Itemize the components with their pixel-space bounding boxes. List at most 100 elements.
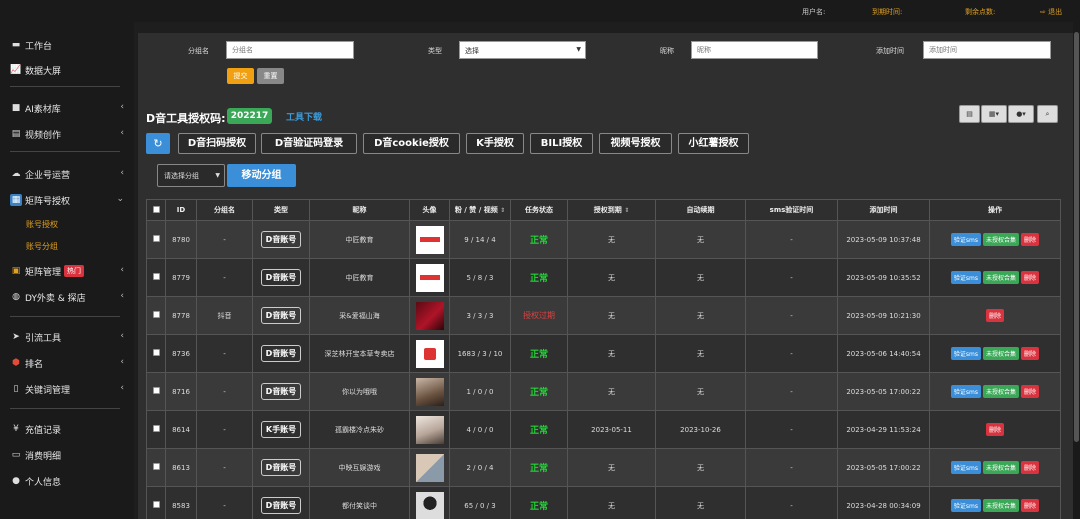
row-select-cell[interactable]	[146, 486, 166, 519]
sidebar-item-dashboard[interactable]: ▬ 工作台	[10, 37, 128, 53]
verify-sms-button[interactable]: 验证sms	[950, 461, 982, 474]
col-header-id: ID	[165, 199, 197, 221]
cell-avatar	[409, 334, 450, 373]
sidebar-item-ranking[interactable]: ⬢ 排名 ‹	[10, 355, 128, 371]
logout-label: 退出	[1048, 8, 1063, 16]
logout-link[interactable]: ⇨ 退出	[1040, 7, 1062, 17]
nickname-input[interactable]	[691, 41, 818, 59]
group-name-input[interactable]	[226, 41, 354, 59]
type-select[interactable]: 选择 ▼	[459, 41, 586, 59]
cell-expire: 无	[567, 486, 656, 519]
verify-sms-button[interactable]: 验证sms	[950, 347, 982, 360]
select-all-cell[interactable]	[146, 199, 166, 221]
columns-button[interactable]: ▦▾	[981, 105, 1007, 123]
tool-download-link[interactable]: 工具下载	[286, 110, 322, 123]
table-row: 8736- D音账号 深芝林开宝本草专卖店 1683 / 3 / 10 正常无无 -202…	[146, 334, 1061, 373]
refresh-button[interactable]: ↻	[146, 133, 170, 154]
delete-button[interactable]: 删除	[1021, 499, 1040, 512]
ks-auth-button[interactable]: K手授权	[466, 133, 524, 154]
sidebar-item-profile[interactable]: ● 个人信息	[10, 473, 128, 489]
delete-button[interactable]: 删除	[1021, 347, 1040, 360]
row-checkbox[interactable]	[152, 501, 160, 508]
scrollbar-thumb[interactable]	[1074, 32, 1079, 442]
export-button[interactable]: ▤	[959, 105, 980, 123]
sidebar-item-keywords[interactable]: ▯ 关键词管理 ‹	[10, 381, 128, 397]
sidebar-subitem-account-group[interactable]: 账号分组	[26, 241, 58, 252]
row-checkbox[interactable]	[152, 273, 160, 280]
sidebar-item-matrix-auth[interactable]: ▦ 矩阵号授权 ⌄	[10, 192, 128, 208]
unauthorized-collection-button[interactable]: 未授权合集	[983, 271, 1020, 284]
unauthorized-collection-button[interactable]: 未授权合集	[983, 347, 1020, 360]
cell-added: 2023-05-09 10:21:30	[837, 296, 930, 335]
sidebar-item-ai-assets[interactable]: ■ AI素材库 ‹	[10, 100, 128, 116]
sidebar-subitem-account-auth[interactable]: 账号授权	[26, 219, 58, 230]
channels-auth-button[interactable]: 视频号授权	[599, 133, 672, 154]
sidebar-divider	[10, 408, 120, 409]
unauthorized-collection-button[interactable]: 未授权合集	[983, 461, 1020, 474]
sidebar-item-label: 数据大屏	[25, 66, 62, 77]
delete-button[interactable]: 删除	[1021, 233, 1040, 246]
account-type-badge: D音账号	[260, 497, 302, 514]
row-checkbox[interactable]	[152, 235, 160, 242]
verify-sms-button[interactable]: 验证sms	[950, 233, 982, 246]
sidebar-item-label: 消费明细	[25, 451, 62, 462]
row-select-cell[interactable]	[146, 296, 166, 335]
reset-button[interactable]: 重置	[257, 68, 284, 84]
row-select-cell[interactable]	[146, 410, 166, 449]
submit-button[interactable]: 提交	[227, 68, 254, 84]
sidebar-item-data-screen[interactable]: 📈 数据大屏	[10, 62, 128, 78]
sidebar-item-traffic-tools[interactable]: ➤ 引流工具 ‹	[10, 329, 128, 345]
search-button[interactable]: ⌕	[1037, 105, 1058, 123]
sidebar-item-dy-takeaway[interactable]: ◍ DY外卖 & 探店 ‹	[10, 289, 128, 305]
row-select-cell[interactable]	[146, 258, 166, 297]
row-select-cell[interactable]	[146, 448, 166, 487]
row-select-cell[interactable]	[146, 220, 166, 259]
col-header-stats[interactable]: 粉 / 赞 / 视频 ⇕	[449, 199, 511, 221]
unauthorized-collection-button[interactable]: 未授权合集	[983, 499, 1020, 512]
row-select-cell[interactable]	[146, 372, 166, 411]
row-select-cell[interactable]	[146, 334, 166, 373]
sidebar-item-enterprise-ops[interactable]: ☁ 企业号运营 ‹	[10, 166, 128, 182]
avatar	[415, 339, 444, 368]
verify-sms-button[interactable]: 验证sms	[950, 385, 982, 398]
delete-button[interactable]: 删除	[1021, 461, 1040, 474]
sidebar-item-recharge[interactable]: ¥ 充值记录	[10, 421, 128, 437]
bili-auth-button[interactable]: BILI授权	[530, 133, 593, 154]
add-time-input[interactable]	[923, 41, 1051, 59]
row-checkbox[interactable]	[152, 425, 160, 432]
table-row: 8779- D音账号 中匠教育 5 / 8 / 3 正常无无 -2023-05-09 10…	[146, 258, 1061, 297]
dy-cookie-auth-button[interactable]: D音cookie授权	[363, 133, 460, 154]
username-label: 用户名:	[802, 8, 826, 16]
unauthorized-collection-button[interactable]: 未授权合集	[983, 385, 1020, 398]
row-checkbox[interactable]	[152, 387, 160, 394]
cell-renew: 无	[655, 296, 746, 335]
delete-button[interactable]: 删除	[985, 309, 1004, 322]
cell-avatar	[409, 220, 450, 259]
move-group-button[interactable]: 移动分组	[227, 164, 296, 187]
sidebar-item-consumption[interactable]: ▭ 消费明细	[10, 447, 128, 463]
row-checkbox[interactable]	[152, 463, 160, 470]
row-checkbox[interactable]	[152, 349, 160, 356]
group-select[interactable]: 请选择分组 ▼	[157, 164, 225, 187]
verify-sms-button[interactable]: 验证sms	[950, 271, 982, 284]
cell-group: -	[196, 372, 253, 411]
sidebar-item-matrix-manage[interactable]: ▣ 矩阵管理 热门 ‹	[10, 263, 128, 279]
page-scrollbar[interactable]	[1073, 22, 1080, 519]
delete-button[interactable]: 删除	[1021, 385, 1040, 398]
row-checkbox[interactable]	[152, 311, 160, 318]
delete-button[interactable]: 删除	[1021, 271, 1040, 284]
delete-button[interactable]: 删除	[985, 423, 1004, 436]
sidebar-item-video-creation[interactable]: ▤ 视频创作 ‹	[10, 126, 128, 142]
dy-scan-auth-button[interactable]: D音扫码授权	[178, 133, 256, 154]
cell-type: D音账号	[252, 334, 310, 373]
col-header-expire[interactable]: 授权到期 ⇕	[567, 199, 656, 221]
user-filter-button[interactable]: ●▾	[1008, 105, 1034, 123]
cell-sms: -	[745, 334, 838, 373]
select-all-checkbox[interactable]	[152, 205, 160, 213]
unauthorized-collection-button[interactable]: 未授权合集	[983, 233, 1020, 246]
verify-sms-button[interactable]: 验证sms	[950, 499, 982, 512]
xhs-auth-button[interactable]: 小红薯授权	[678, 133, 749, 154]
cell-group: 抖音	[196, 296, 253, 335]
sidebar-divider	[10, 151, 120, 152]
dy-code-login-button[interactable]: D音验证码登录	[261, 133, 357, 154]
